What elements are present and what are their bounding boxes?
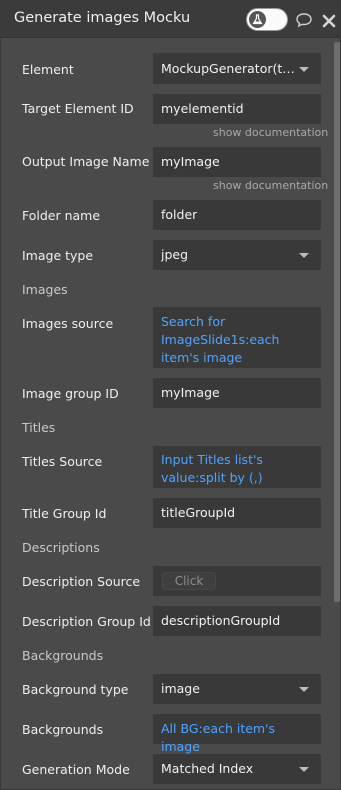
show-documentation-link[interactable]: show documentation xyxy=(213,179,328,192)
comment-icon[interactable] xyxy=(295,12,313,32)
target-element-id-input[interactable]: myelementid xyxy=(153,94,321,124)
chevron-down-icon xyxy=(299,767,309,772)
description-source-field[interactable]: Click xyxy=(153,566,321,596)
description-group-id-label: Description Group Id xyxy=(22,614,151,629)
panel-header: Generate images Mocku xyxy=(1,1,340,38)
show-documentation-link[interactable]: show documentation xyxy=(213,126,328,139)
close-icon[interactable] xyxy=(322,13,336,32)
image-group-id-input[interactable]: myImage xyxy=(153,378,321,408)
images-source-value: Search for ImageSlide1s:each item's imag… xyxy=(161,314,280,365)
background-type-dropdown[interactable]: image xyxy=(153,674,321,704)
backgrounds-label: Backgrounds xyxy=(22,722,104,737)
image-type-value: jpeg xyxy=(161,247,189,262)
title-group-id-label: Title Group Id xyxy=(22,506,107,521)
output-image-name-value: myImage xyxy=(161,154,220,169)
title-group-id-input[interactable]: titleGroupId xyxy=(153,498,321,528)
image-type-label: Image type xyxy=(22,248,94,263)
chevron-down-icon xyxy=(299,687,309,692)
background-type-label: Background type xyxy=(22,682,129,697)
property-editor-panel: Generate images Mocku Element MockupGene… xyxy=(0,0,341,790)
element-dropdown[interactable]: MockupGenerator(testi... xyxy=(153,53,321,84)
debug-toggle[interactable] xyxy=(246,8,288,31)
description-source-label: Description Source xyxy=(22,574,141,589)
image-group-id-label: Image group ID xyxy=(22,386,119,401)
section-descriptions: Descriptions xyxy=(22,540,100,555)
section-images: Images xyxy=(22,282,68,297)
title-group-id-value: titleGroupId xyxy=(161,505,236,520)
image-group-id-value: myImage xyxy=(161,385,220,400)
panel-title: Generate images Mocku xyxy=(14,10,191,26)
folder-name-label: Folder name xyxy=(22,208,101,223)
generation-mode-label: Generation Mode xyxy=(22,762,130,777)
target-element-id-label: Target Element ID xyxy=(22,101,134,116)
titles-source-value: Input Titles list's value:split by (,) xyxy=(161,452,263,485)
description-group-id-input[interactable]: descriptionGroupId xyxy=(153,606,321,636)
click-button[interactable]: Click xyxy=(162,572,216,590)
titles-source-expression[interactable]: Input Titles list's value:split by (,) xyxy=(153,446,321,488)
images-source-expression[interactable]: Search for ImageSlide1s:each item's imag… xyxy=(153,307,321,368)
generation-mode-dropdown[interactable]: Matched Index xyxy=(153,754,321,784)
chevron-down-icon xyxy=(299,253,309,258)
backgrounds-expression[interactable]: All BG:each item's image xyxy=(153,714,321,754)
output-image-name-label: Output Image Name xyxy=(22,154,150,169)
element-label: Element xyxy=(22,62,74,77)
output-image-name-input[interactable]: myImage xyxy=(153,147,321,177)
folder-name-value: folder xyxy=(161,207,198,222)
section-backgrounds: Backgrounds xyxy=(22,648,104,663)
description-group-id-value: descriptionGroupId xyxy=(161,613,281,628)
backgrounds-value: All BG:each item's image xyxy=(161,721,276,754)
scrollbar[interactable] xyxy=(334,42,340,602)
target-element-id-value: myelementid xyxy=(161,101,244,116)
folder-name-input[interactable]: folder xyxy=(153,200,321,230)
generation-mode-value: Matched Index xyxy=(161,761,254,776)
element-value: MockupGenerator(testi... xyxy=(161,61,299,76)
images-source-label: Images source xyxy=(22,316,114,331)
flask-icon xyxy=(249,11,266,28)
section-titles: Titles xyxy=(22,420,56,435)
image-type-dropdown[interactable]: jpeg xyxy=(153,240,321,270)
chevron-down-icon xyxy=(299,67,309,72)
titles-source-label: Titles Source xyxy=(22,454,103,469)
background-type-value: image xyxy=(161,681,200,696)
